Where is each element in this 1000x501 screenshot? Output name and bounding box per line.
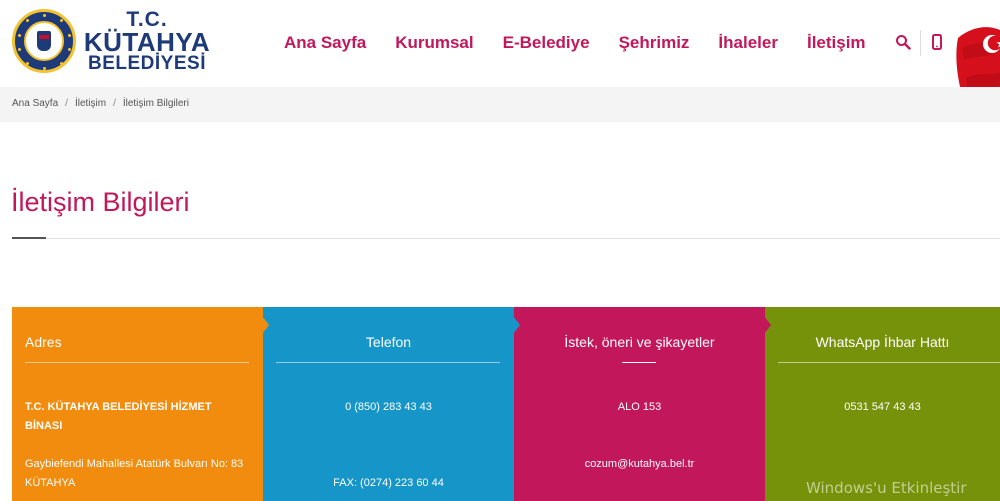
nav-item-e-belediye[interactable]: E-Belediye [503, 33, 590, 53]
card-whatsapp: WhatsApp İhbar Hattı 0531 547 43 43 [764, 307, 1000, 501]
seal-star [43, 14, 46, 17]
seal-star [18, 48, 21, 51]
card-notch [513, 316, 520, 334]
seal-star [26, 62, 29, 65]
site-header: T.C. KÜTAHYA BELEDİYESİ Ana Sayfa Kurums… [0, 0, 1000, 106]
seal-star [26, 19, 29, 22]
card-address: Adres T.C. KÜTAHYA BELEDİYESİ HİZMET BİN… [12, 307, 263, 501]
card-divider [622, 362, 656, 363]
nav-item-ihaleler[interactable]: İhaleler [718, 33, 778, 53]
card-phone: Telefon 0 (850) 283 43 43 FAX: (0274) 22… [262, 307, 514, 501]
nav-item-iletisim[interactable]: İletişim [807, 33, 866, 53]
nav-item-ana-sayfa[interactable]: Ana Sayfa [284, 33, 366, 53]
seal-star [68, 34, 71, 37]
contact-cards: Adres T.C. KÜTAHYA BELEDİYESİ HİZMET BİN… [12, 307, 1000, 501]
title-divider [46, 238, 1000, 239]
seal-star [43, 67, 46, 70]
card-requests: İstek, öneri ve şikayetler ALO 153 cozum… [513, 307, 765, 501]
breadcrumb-home[interactable]: Ana Sayfa [12, 98, 58, 109]
card-title: WhatsApp İhbar Hattı [815, 334, 950, 350]
breadcrumb-separator: / [65, 98, 68, 109]
whatsapp-number[interactable]: 0531 547 43 43 [765, 398, 1000, 417]
seal-emblem [37, 31, 51, 51]
card-notch [764, 316, 771, 334]
phone-number[interactable]: 0 (850) 283 43 43 [263, 398, 514, 417]
windows-activation-watermark: Windows'u Etkinleştir [806, 479, 967, 497]
card-title: Telefon [365, 334, 412, 350]
address-street: Gaybiefendi Mahallesi Atatürk Bulvarı No… [25, 458, 244, 489]
seal-star [60, 19, 63, 22]
nav-item-kurumsal[interactable]: Kurumsal [395, 33, 473, 53]
seal-star [18, 34, 21, 37]
nav-divider [920, 30, 921, 56]
logo-line-kutahya: KÜTAHYA [83, 26, 211, 57]
page-title: İletişim Bilgileri [11, 187, 190, 217]
phone-icon[interactable] [932, 34, 942, 50]
seal-star [68, 48, 71, 51]
breadcrumb-bar: Ana Sayfa / İletişim / İletişim Bilgiler… [0, 87, 1000, 122]
address-building: T.C. KÜTAHYA BELEDİYESİ HİZMET BİNASI [25, 401, 212, 432]
breadcrumb: Ana Sayfa / İletişim / İletişim Bilgiler… [12, 98, 189, 109]
breadcrumb-separator: / [113, 98, 116, 109]
breadcrumb-current: İletişim Bilgileri [122, 98, 189, 109]
breadcrumb-iletisim[interactable]: İletişim [75, 98, 106, 109]
main-nav: Ana Sayfa Kurumsal E-Belediye Şehrimiz İ… [284, 33, 866, 53]
logo-line-belediyesi: BELEDİYESİ [88, 52, 206, 74]
card-title: Adres [25, 334, 62, 350]
alo-hotline[interactable]: ALO 153 [514, 398, 765, 417]
title-underline [12, 237, 46, 239]
seal-star [60, 62, 63, 65]
card-divider [276, 362, 500, 363]
nav-item-sehrimiz[interactable]: Şehrimiz [619, 33, 690, 53]
contact-email[interactable]: cozum@kutahya.bel.tr [514, 455, 765, 474]
seal-emblem-stripe [39, 35, 49, 39]
seal-inner [24, 21, 64, 61]
logo-wordmark[interactable]: T.C. KÜTAHYA BELEDİYESİ [82, 9, 212, 74]
card-divider [25, 362, 249, 363]
card-divider [778, 362, 1000, 363]
fax-number: FAX: (0274) 223 60 44 [333, 477, 444, 489]
municipality-seal-logo[interactable] [12, 9, 76, 73]
search-icon[interactable] [895, 34, 911, 50]
card-title: İstek, öneri ve şikayetler [564, 334, 715, 350]
card-notch [262, 316, 269, 334]
